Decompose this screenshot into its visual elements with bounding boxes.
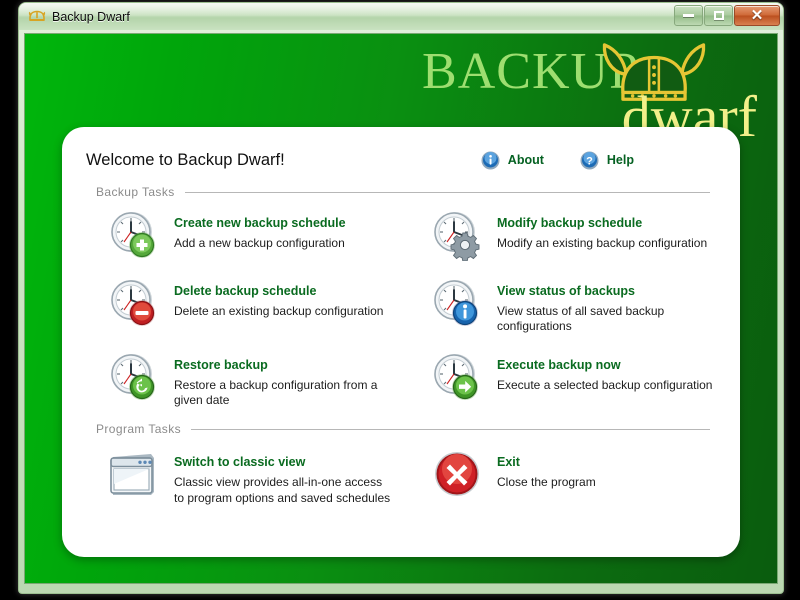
task-exit[interactable]: Exit Close the program [409, 446, 716, 506]
help-link-label: Help [606, 153, 634, 167]
close-circle-icon [435, 452, 479, 497]
clock-info-icon [434, 280, 478, 326]
clock-add-icon [111, 212, 155, 258]
minimize-button[interactable] [674, 5, 703, 26]
program-tasks-grid: Switch to classic view Classic view prov… [86, 446, 716, 506]
task-title: Execute backup now [497, 357, 621, 372]
task-description: Modify an existing backup configuration [497, 236, 708, 250]
panel-header: Welcome to Backup Dwarf! About ? Help [86, 147, 716, 173]
clock-restore-icon [111, 353, 155, 400]
task-switch-to-classic-view[interactable]: Switch to classic view Classic view prov… [86, 446, 393, 506]
title-bar-sheen [19, 3, 783, 16]
close-button[interactable]: ✕ [734, 5, 780, 26]
maximize-button[interactable] [704, 5, 733, 26]
client-area: BACKUP dwarf Welcome to Backup Dwarf! Ab… [24, 33, 778, 584]
page-title: Welcome to Backup Dwarf! [86, 150, 285, 169]
task-view-status-of-backups[interactable]: View status of backups View status of al… [409, 275, 716, 335]
question-circle-icon: ? [580, 151, 599, 169]
clock-delete-icon [111, 280, 155, 326]
task-execute-backup-now[interactable]: Execute backup now Execute a selected ba… [409, 349, 716, 409]
help-link[interactable]: ? Help [580, 151, 634, 170]
task-description: Classic view provides all-in-one access … [174, 475, 391, 505]
task-delete-backup-schedule[interactable]: Delete backup schedule Delete an existin… [86, 275, 393, 335]
close-icon: ✕ [750, 7, 764, 24]
svg-text:?: ? [586, 155, 593, 167]
task-title: Restore backup [174, 357, 268, 372]
logo-word-backup: BACKUP [422, 43, 639, 100]
application-window: Backup Dwarf ✕ BACKUP dwarf Welcome to B… [18, 2, 784, 594]
backup-tasks-grid: Create new backup schedule Add a new bac… [86, 207, 716, 408]
task-title: Exit [497, 455, 520, 470]
clock-run-icon [434, 353, 478, 400]
section-label: Program Tasks [96, 422, 182, 437]
task-description: Restore a backup configuration from a gi… [174, 377, 378, 408]
title-bar[interactable]: Backup Dwarf ✕ [19, 3, 783, 30]
section-divider [184, 191, 710, 193]
task-title: Modify backup schedule [497, 216, 643, 230]
minimize-icon [683, 14, 694, 17]
task-create-new-backup-schedule[interactable]: Create new backup schedule Add a new bac… [86, 207, 393, 261]
window-title: Backup Dwarf [52, 9, 130, 24]
task-description: Add a new backup configuration [174, 236, 345, 250]
section-header-program-tasks: Program Tasks [86, 422, 716, 436]
window-controls: ✕ [674, 5, 780, 26]
task-title: Switch to classic view [174, 455, 306, 470]
info-circle-icon [481, 151, 500, 169]
about-link-label: About [507, 153, 544, 167]
task-title: Delete backup schedule [174, 284, 317, 298]
viking-helmet-icon [28, 10, 46, 21]
window-icon [110, 454, 154, 496]
task-title: View status of backups [497, 284, 636, 298]
content-panel: Welcome to Backup Dwarf! About ? Help Ba… [62, 127, 740, 557]
viking-helmet-icon [602, 43, 706, 101]
section-divider [191, 428, 710, 430]
header-links: About ? Help [481, 151, 716, 170]
task-description: View status of all saved backup configur… [497, 304, 665, 334]
task-title: Create new backup schedule [174, 216, 346, 230]
task-description: Close the program [497, 475, 596, 490]
section-label: Backup Tasks [96, 185, 175, 199]
task-modify-backup-schedule[interactable]: Modify backup schedule Modify an existin… [409, 207, 716, 261]
task-description: Delete an existing backup configuration [174, 304, 384, 318]
clock-gear-icon [434, 212, 480, 261]
maximize-icon [713, 11, 724, 20]
task-description: Execute a selected backup configuration [497, 377, 713, 392]
about-link[interactable]: About [481, 151, 544, 170]
section-header-backup-tasks: Backup Tasks [86, 185, 716, 199]
task-restore-backup[interactable]: Restore backup Restore a backup configur… [86, 349, 393, 409]
